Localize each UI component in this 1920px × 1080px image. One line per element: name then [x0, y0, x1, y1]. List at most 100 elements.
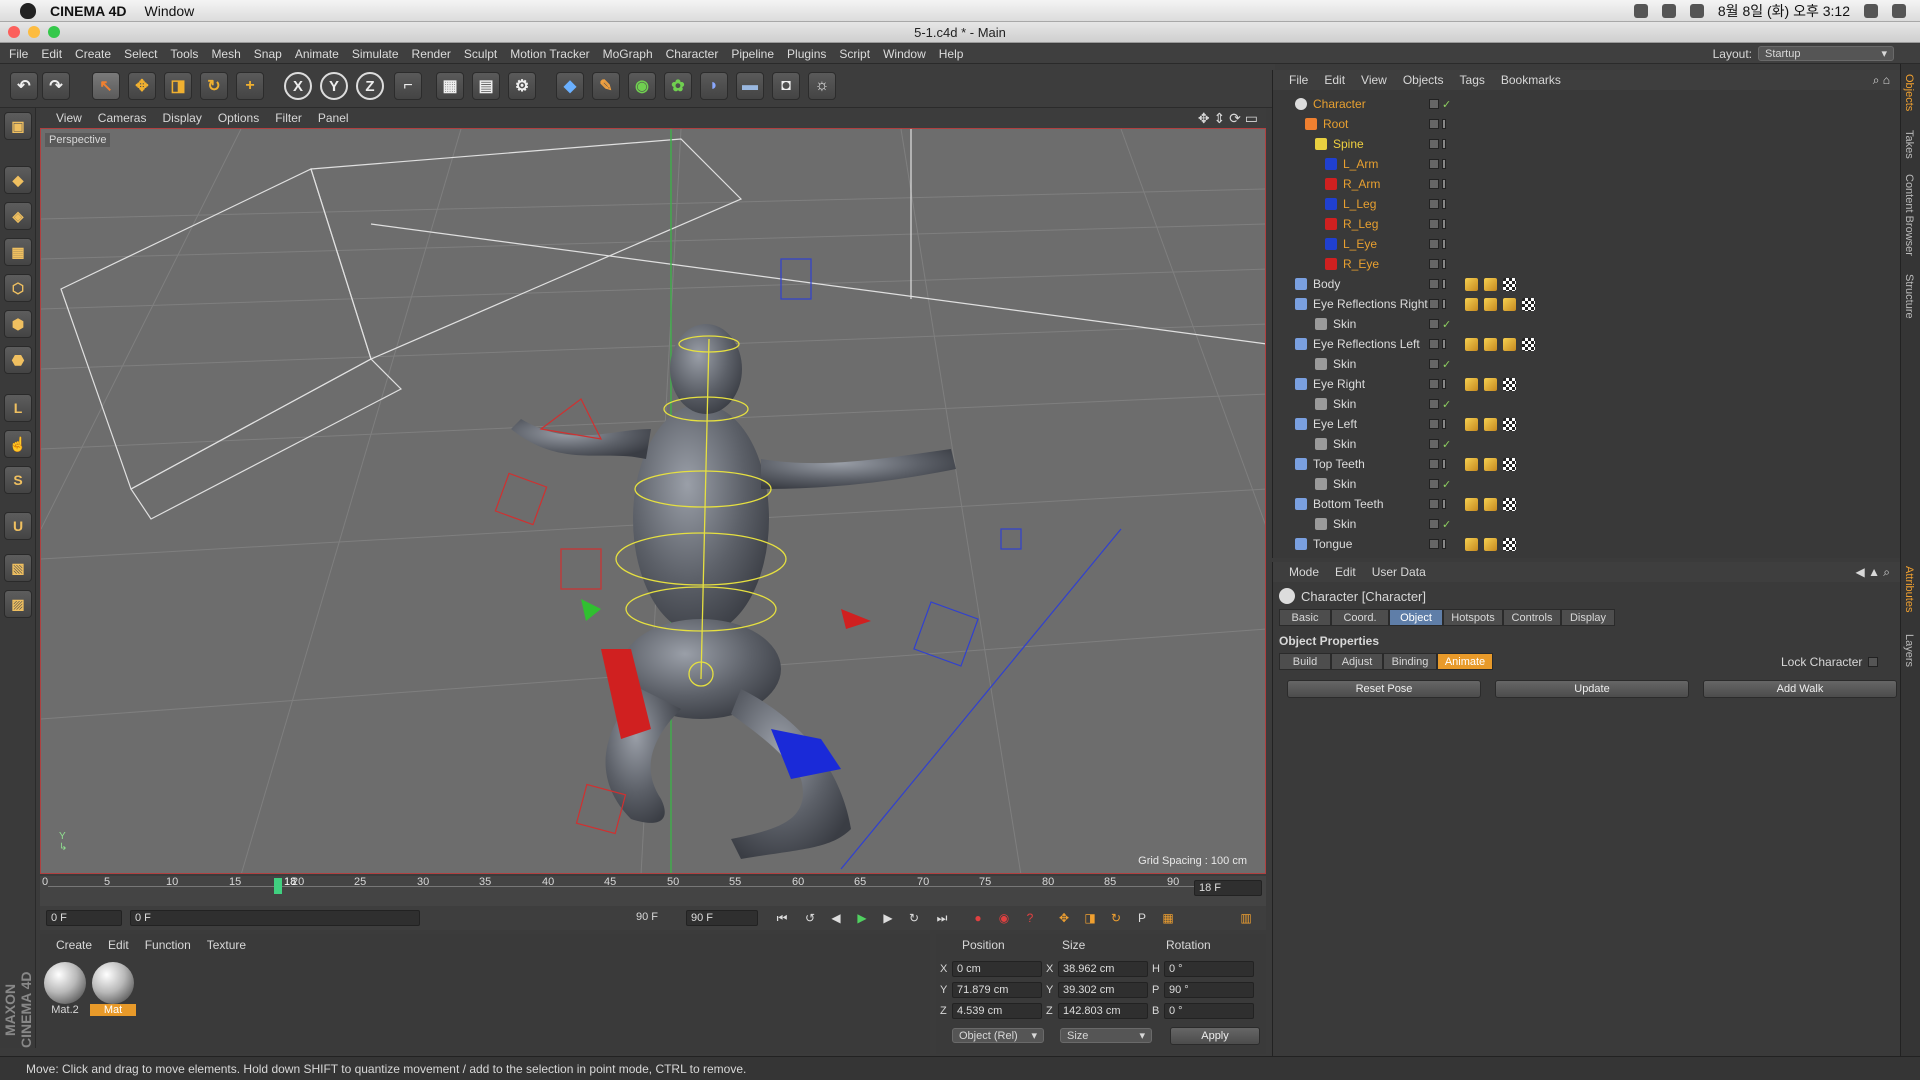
material-tag-icon[interactable] [1465, 297, 1478, 311]
render-visibility-flag[interactable] [1442, 239, 1446, 249]
rotation-h-field[interactable]: 0 ° [1164, 961, 1254, 977]
check-icon[interactable]: ✓ [1442, 318, 1451, 331]
render-settings-button[interactable]: ⚙ [508, 72, 536, 100]
material-tag-icon[interactable] [1484, 277, 1497, 291]
object-row[interactable]: Skin ✓ [1273, 474, 1883, 494]
visibility-flags[interactable]: ✓ [1429, 358, 1451, 371]
goto-start-icon[interactable]: ⏮ [772, 909, 792, 927]
playhead[interactable] [274, 878, 282, 894]
rotation-p-field[interactable]: 90 ° [1164, 982, 1254, 998]
editor-visibility-flag[interactable] [1429, 399, 1439, 409]
editor-visibility-flag[interactable] [1429, 539, 1439, 549]
tab-controls[interactable]: Controls [1503, 609, 1561, 626]
object-row[interactable]: R_Arm [1273, 174, 1883, 194]
move-tool-button[interactable]: ✥ [128, 72, 156, 100]
subtab-binding[interactable]: Binding [1383, 653, 1437, 670]
objects-menu-file[interactable]: File [1289, 73, 1308, 87]
object-row[interactable]: Character ✓ [1273, 94, 1883, 114]
workplane-mode-button[interactable]: ▦ [4, 238, 32, 266]
floor-button[interactable]: ▬ [736, 72, 764, 100]
make-editable-button[interactable]: ▣ [4, 112, 32, 140]
editor-visibility-flag[interactable] [1429, 179, 1439, 189]
search-icon[interactable] [1864, 3, 1878, 18]
layout-dropdown[interactable]: Startup ▾ [1758, 46, 1894, 61]
tab-hotspots[interactable]: Hotspots [1443, 609, 1503, 626]
visibility-flags[interactable]: ✓ [1429, 98, 1451, 111]
start-frame-field[interactable]: 0 F [46, 910, 122, 926]
edges-mode-button[interactable]: ⬢ [4, 310, 32, 338]
material-menu-texture[interactable]: Texture [207, 938, 246, 952]
perspective-viewport[interactable]: Perspective Grid Spacing : 100 cm Y ↳ [40, 128, 1266, 874]
cloner-button[interactable]: ✿ [664, 72, 692, 100]
editor-visibility-flag[interactable] [1429, 479, 1439, 489]
menu-motion-tracker[interactable]: Motion Tracker [510, 47, 589, 61]
lock-character-checkbox[interactable] [1868, 657, 1879, 667]
object-row[interactable]: Root [1273, 114, 1883, 134]
position-y-field[interactable]: 71.879 cm [952, 982, 1042, 998]
wifi-icon[interactable] [1633, 3, 1648, 18]
check-icon[interactable]: ✓ [1442, 518, 1451, 531]
object-row[interactable]: Skin ✓ [1273, 514, 1883, 534]
texture-tag-icon[interactable] [1503, 537, 1516, 551]
menu-script[interactable]: Script [839, 47, 870, 61]
list-icon[interactable] [1892, 3, 1906, 18]
key-point-level-icon[interactable]: ▦ [1158, 909, 1178, 927]
editor-visibility-flag[interactable] [1429, 279, 1439, 289]
side-tab-layers[interactable]: Layers [1903, 634, 1915, 667]
bluetooth-icon[interactable] [1689, 3, 1704, 18]
visibility-flags[interactable] [1429, 119, 1446, 129]
object-row[interactable]: Top Teeth [1273, 454, 1883, 474]
object-row[interactable]: Eye Left [1273, 414, 1883, 434]
check-icon[interactable]: ✓ [1442, 358, 1451, 371]
editor-visibility-flag[interactable] [1429, 339, 1439, 349]
rotate-tool-button[interactable]: ↻ [200, 72, 228, 100]
apple-icon[interactable] [20, 2, 36, 19]
editor-visibility-flag[interactable] [1429, 219, 1439, 229]
rotation-b-field[interactable]: 0 ° [1164, 1003, 1254, 1019]
subtab-adjust[interactable]: Adjust [1331, 653, 1383, 670]
key-parameter-icon[interactable]: P [1132, 909, 1152, 927]
object-row[interactable]: Spine [1273, 134, 1883, 154]
editor-visibility-flag[interactable] [1429, 319, 1439, 329]
visibility-flags[interactable]: ✓ [1429, 318, 1451, 331]
object-row[interactable]: Body [1273, 274, 1883, 294]
spline-pen-button[interactable]: ✎ [592, 72, 620, 100]
size-mode-dropdown[interactable]: Size ▾ [1060, 1028, 1152, 1043]
live-transform-button[interactable]: + [236, 72, 264, 100]
visibility-flags[interactable] [1429, 419, 1446, 429]
texture-mode-button[interactable]: ◈ [4, 202, 32, 230]
check-icon[interactable]: ✓ [1442, 398, 1451, 411]
texture-tag-icon[interactable] [1503, 377, 1516, 391]
viewport-menu-view[interactable]: View [56, 111, 82, 125]
visibility-flags[interactable] [1429, 199, 1446, 209]
editor-visibility-flag[interactable] [1429, 119, 1439, 129]
size-x-field[interactable]: 38.962 cm [1058, 961, 1148, 977]
previous-frame-icon[interactable]: ◀ [826, 909, 846, 927]
material-tag-icon[interactable] [1484, 457, 1497, 471]
timeline-ruler[interactable]: 0 5 10 15 20 25 30 35 40 45 50 55 60 65 … [40, 876, 1266, 906]
snap-button[interactable]: S [4, 466, 32, 494]
attr-menu-edit[interactable]: Edit [1335, 565, 1356, 579]
side-tab-structure[interactable]: Structure [1903, 274, 1915, 319]
editor-visibility-flag[interactable] [1429, 239, 1439, 249]
render-visibility-flag[interactable] [1442, 279, 1446, 289]
objects-menu-objects[interactable]: Objects [1403, 73, 1444, 87]
object-row[interactable]: R_Leg [1273, 214, 1883, 234]
subtab-build[interactable]: Build [1279, 653, 1331, 670]
tab-basic[interactable]: Basic [1279, 609, 1331, 626]
next-frame-icon[interactable]: ▶ [878, 909, 898, 927]
render-visibility-flag[interactable] [1442, 379, 1446, 389]
visibility-flags[interactable] [1429, 139, 1446, 149]
object-row[interactable]: L_Eye [1273, 234, 1883, 254]
visibility-flags[interactable]: ✓ [1429, 398, 1451, 411]
menu-select[interactable]: Select [124, 47, 157, 61]
model-mode-button[interactable]: ◆ [4, 166, 32, 194]
locked-workplane-button[interactable]: ▨ [4, 590, 32, 618]
y-axis-lock-button[interactable]: Y [320, 72, 348, 100]
editor-visibility-flag[interactable] [1429, 519, 1439, 529]
material-tag-icon[interactable] [1503, 337, 1516, 351]
texture-tag-icon[interactable] [1522, 337, 1535, 351]
menu-tools[interactable]: Tools [170, 47, 198, 61]
editor-visibility-flag[interactable] [1429, 259, 1439, 269]
visibility-flags[interactable] [1429, 219, 1446, 229]
